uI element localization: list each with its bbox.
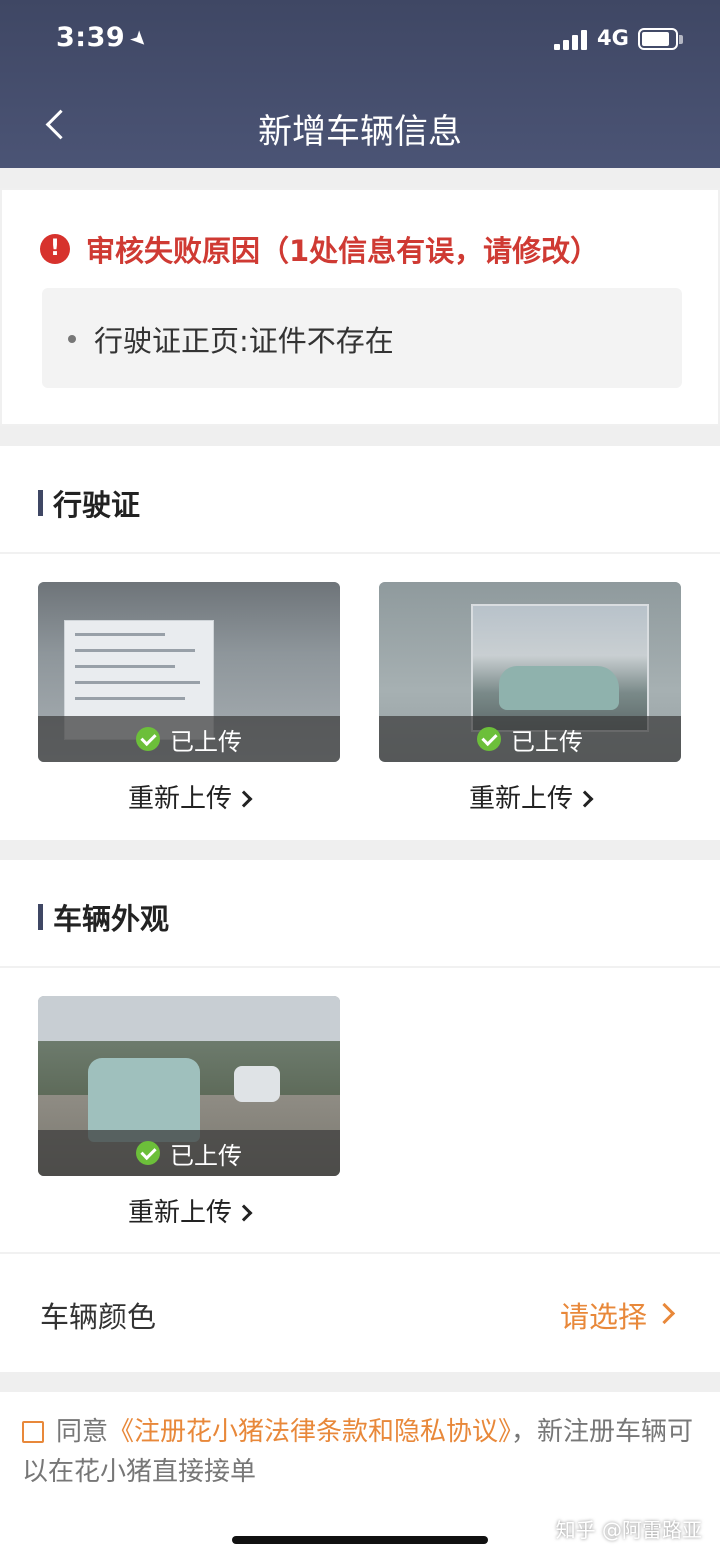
status-bar: 3:39➤ 4G bbox=[0, 22, 720, 58]
error-title: ! 审核失败原因（1处信息有误，请修改） bbox=[40, 228, 599, 270]
battery-icon bbox=[638, 28, 683, 50]
chevron-right-icon bbox=[576, 790, 594, 808]
license-back-photo[interactable]: 已上传 bbox=[379, 582, 681, 762]
car-photo-image bbox=[471, 604, 649, 732]
status-time: 3:39➤ bbox=[56, 22, 155, 54]
upload-status: 已上传 bbox=[38, 716, 340, 762]
license-front-photo[interactable]: 已上传 bbox=[38, 582, 340, 762]
signal-icon bbox=[554, 30, 588, 50]
agreement-checkbox[interactable] bbox=[22, 1421, 44, 1443]
upload-status: 已上传 bbox=[38, 1130, 340, 1176]
exterior-section: 车辆外观 已上传 重新上传 bbox=[0, 860, 720, 1254]
title-bar bbox=[38, 490, 43, 516]
vehicle-color-label: 车辆颜色 bbox=[40, 1300, 157, 1334]
check-icon bbox=[477, 727, 501, 751]
error-card: ! 审核失败原因（1处信息有误，请修改） 行驶证正页:证件不存在 bbox=[0, 188, 720, 426]
license-section: 行驶证 已上传 重新上传 已上传 重新上传 bbox=[0, 446, 720, 840]
chevron-right-icon bbox=[235, 1204, 253, 1222]
reupload-button[interactable]: 重新上传 bbox=[38, 1192, 340, 1229]
section-title-license: 行驶证 bbox=[38, 482, 140, 524]
reupload-button[interactable]: 重新上传 bbox=[379, 778, 681, 815]
reupload-button[interactable]: 重新上传 bbox=[38, 778, 340, 815]
network-type: 4G bbox=[597, 26, 629, 50]
section-title-exterior: 车辆外观 bbox=[38, 896, 169, 938]
error-icon: ! bbox=[40, 234, 70, 264]
error-box: 行驶证正页:证件不存在 bbox=[42, 288, 682, 388]
watermark: 知乎 @阿雷路亚 bbox=[555, 1518, 702, 1542]
header: 3:39➤ 4G 新增车辆信息 bbox=[0, 0, 720, 168]
check-icon bbox=[136, 727, 160, 751]
bullet-icon bbox=[68, 335, 76, 343]
home-indicator bbox=[232, 1536, 488, 1544]
vehicle-color-select[interactable]: 请选择 bbox=[560, 1294, 676, 1336]
check-icon bbox=[136, 1141, 160, 1165]
location-arrow-icon: ➤ bbox=[125, 24, 155, 54]
vehicle-color-row[interactable]: 车辆颜色 请选择 bbox=[0, 1254, 720, 1372]
divider bbox=[0, 552, 720, 554]
upload-status: 已上传 bbox=[379, 716, 681, 762]
title-bar bbox=[38, 904, 43, 930]
exterior-photo[interactable]: 已上传 bbox=[38, 996, 340, 1176]
chevron-right-icon bbox=[653, 1302, 676, 1324]
page-title: 新增车辆信息 bbox=[258, 112, 462, 152]
agreement-text: 同意《注册花小猪法律条款和隐私协议》，新注册车辆可以在花小猪直接接单 bbox=[22, 1417, 694, 1487]
agreement-link[interactable]: 《注册花小猪法律条款和隐私协议》 bbox=[108, 1417, 511, 1447]
divider bbox=[0, 966, 720, 968]
error-item: 行驶证正页:证件不存在 bbox=[68, 318, 394, 360]
chevron-right-icon bbox=[235, 790, 253, 808]
